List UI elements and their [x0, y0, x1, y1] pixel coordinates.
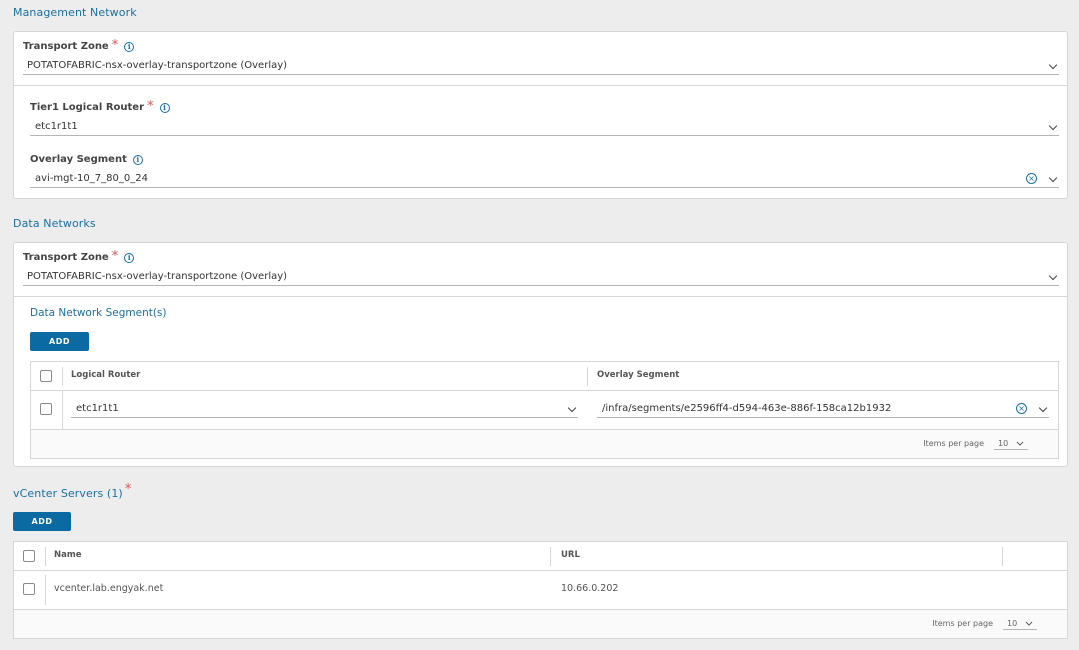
data-segments-grid: Logical Router Overlay Segment etc1r1t1 …: [30, 361, 1059, 459]
grid-footer: Items per page 10: [31, 429, 1058, 458]
column-separator: [45, 575, 46, 605]
vcenter-servers-title: vCenter Servers (1) *: [13, 482, 132, 500]
required-asterisk: *: [147, 98, 154, 114]
logical-router-select[interactable]: etc1r1t1: [71, 400, 578, 418]
data-networks-title: Data Networks: [13, 217, 96, 230]
vcenter-servers-title-text: vCenter Servers (1): [13, 487, 123, 500]
row-checkbox[interactable]: [23, 583, 35, 595]
column-separator: [1002, 547, 1003, 566]
column-separator: [550, 547, 551, 566]
column-separator: [62, 391, 63, 429]
vcenter-url-cell: 10.66.0.202: [561, 583, 619, 594]
chevron-down-icon[interactable]: [1049, 123, 1057, 131]
card-divider: [14, 296, 1067, 297]
add-segment-button[interactable]: ADD: [30, 332, 89, 351]
column-header-logical-router[interactable]: Logical Router: [71, 370, 140, 380]
items-per-page: Items per page 10: [932, 617, 1037, 630]
required-asterisk: *: [111, 37, 119, 53]
grid-header: Name URL: [14, 542, 1067, 571]
column-header-url[interactable]: URL: [561, 550, 580, 560]
transport-zone-label-text: Transport Zone: [23, 252, 109, 263]
info-icon[interactable]: i: [132, 154, 143, 165]
table-row: etc1r1t1 /infra/segments/e2596ff4-d594-4…: [31, 391, 1058, 429]
tier1-router-value: etc1r1t1: [35, 121, 78, 132]
grid-footer: Items per page 10: [14, 609, 1067, 638]
info-icon[interactable]: i: [159, 102, 170, 113]
transport-zone-label: Transport Zone * i: [23, 248, 135, 264]
overlay-segment-select[interactable]: /infra/segments/e2596ff4-d594-463e-886f-…: [597, 400, 1049, 418]
overlay-segment-label-text: Overlay Segment: [30, 154, 127, 165]
tier1-router-select[interactable]: etc1r1t1: [30, 118, 1059, 136]
column-header-name[interactable]: Name: [54, 550, 81, 560]
tier1-router-label: Tier1 Logical Router * i: [30, 98, 170, 114]
grid-header: Logical Router Overlay Segment: [31, 362, 1058, 391]
items-per-page-label: Items per page: [932, 619, 993, 628]
items-per-page-label: Items per page: [923, 439, 984, 448]
chevron-down-icon[interactable]: [1049, 273, 1057, 281]
transport-zone-label-text: Transport Zone: [23, 41, 109, 52]
logical-router-value: etc1r1t1: [76, 403, 119, 414]
items-per-page-value: 10: [1007, 618, 1018, 628]
column-header-overlay-segment[interactable]: Overlay Segment: [597, 370, 679, 380]
clear-icon[interactable]: ×: [1016, 403, 1027, 414]
items-per-page-select[interactable]: 10: [1003, 617, 1037, 630]
column-separator: [45, 547, 46, 566]
data-networks-card: Transport Zone * i POTATOFABRIC-nsx-overl…: [13, 242, 1068, 467]
vcenter-name-cell: vcenter.lab.engyak.net: [54, 583, 164, 594]
add-vcenter-button[interactable]: ADD: [13, 512, 71, 531]
overlay-segment-label: Overlay Segment i: [30, 154, 143, 165]
column-separator: [62, 367, 63, 386]
chevron-down-icon[interactable]: [1017, 440, 1023, 446]
column-separator: [587, 367, 588, 386]
chevron-down-icon[interactable]: [1049, 175, 1057, 183]
info-icon[interactable]: i: [124, 252, 135, 263]
items-per-page-value: 10: [998, 438, 1009, 448]
table-row: vcenter.lab.engyak.net 10.66.0.202: [14, 571, 1067, 609]
chevron-down-icon[interactable]: [1049, 62, 1057, 70]
chevron-down-icon[interactable]: [568, 405, 576, 413]
select-all-checkbox[interactable]: [40, 370, 52, 382]
items-per-page: Items per page 10: [923, 437, 1028, 450]
select-all-checkbox[interactable]: [23, 550, 35, 562]
data-network-segments-title: Data Network Segment(s): [30, 307, 167, 319]
management-network-title: Management Network: [13, 6, 137, 19]
vcenter-grid: Name URL vcenter.lab.engyak.net 10.66.0.…: [13, 541, 1068, 639]
required-asterisk: *: [124, 482, 132, 497]
transport-zone-value: POTATOFABRIC-nsx-overlay-transportzone (…: [27, 60, 288, 71]
info-icon[interactable]: i: [124, 41, 135, 52]
overlay-segment-value: /infra/segments/e2596ff4-d594-463e-886f-…: [602, 403, 892, 414]
transport-zone-select[interactable]: POTATOFABRIC-nsx-overlay-transportzone (…: [23, 57, 1059, 75]
overlay-segment-value: avi-mgt-10_7_80_0_24: [35, 173, 148, 184]
overlay-segment-select[interactable]: avi-mgt-10_7_80_0_24 ×: [30, 170, 1059, 188]
management-network-card: Transport Zone * i POTATOFABRIC-nsx-overl…: [13, 31, 1068, 199]
tier1-router-label-text: Tier1 Logical Router: [30, 102, 144, 113]
chevron-down-icon[interactable]: [1026, 620, 1032, 626]
clear-icon[interactable]: ×: [1026, 173, 1037, 184]
card-divider: [14, 85, 1067, 86]
transport-zone-label: Transport Zone * i: [23, 37, 135, 53]
transport-zone-select[interactable]: POTATOFABRIC-nsx-overlay-transportzone (…: [23, 268, 1059, 286]
items-per-page-select[interactable]: 10: [994, 437, 1028, 450]
chevron-down-icon[interactable]: [1039, 405, 1047, 413]
required-asterisk: *: [111, 248, 119, 264]
transport-zone-value: POTATOFABRIC-nsx-overlay-transportzone (…: [27, 271, 288, 282]
row-checkbox[interactable]: [40, 403, 52, 415]
